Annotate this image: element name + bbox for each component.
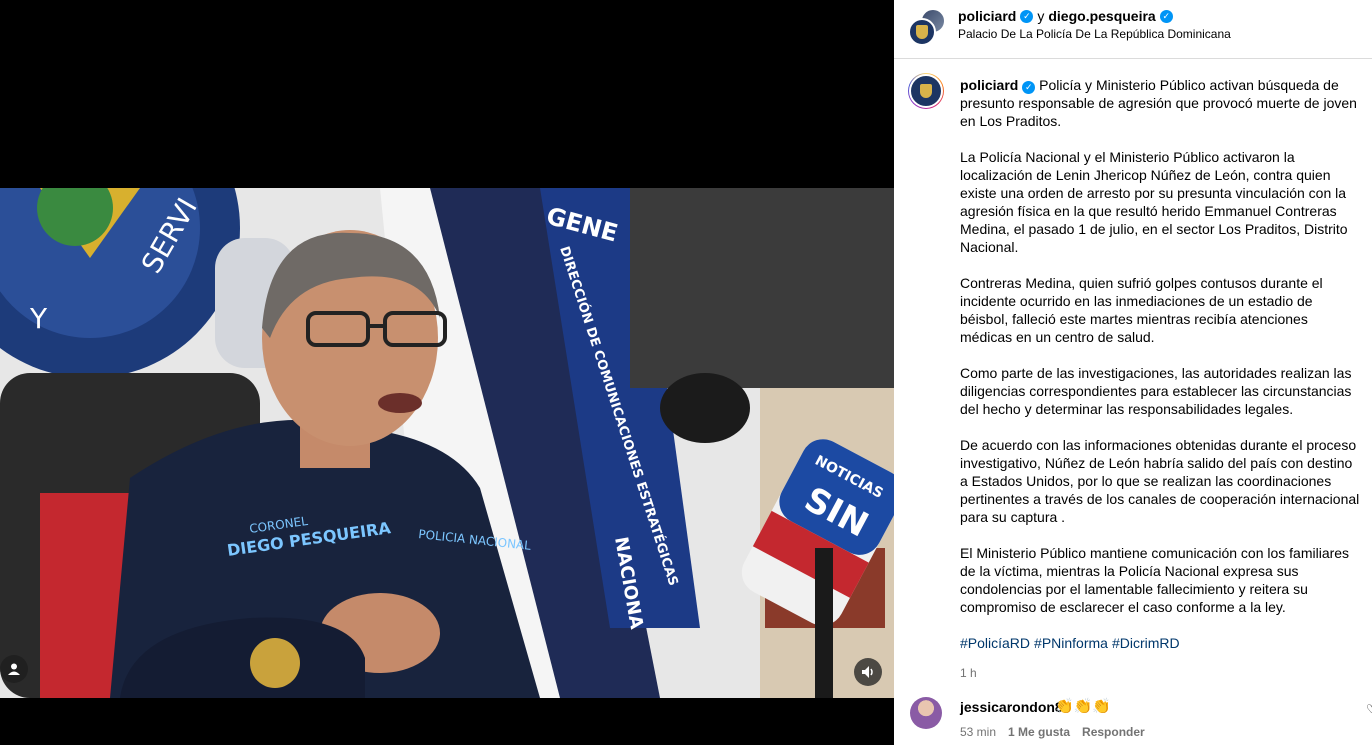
comment-meta: 53 min 1 Me gusta Responder [960,725,1145,739]
police-shield-icon [916,25,928,39]
username-link[interactable]: diego.pesqueira [1048,7,1155,25]
username-link[interactable]: policiard [958,7,1016,25]
caption-author-link[interactable]: policiard [960,77,1018,93]
verified-badge-icon: ✓ [1159,9,1173,23]
caption-paragraph: Policía y Ministerio Público activan bús… [960,77,1357,129]
comment-like-heart-icon[interactable]: ♡ [1366,702,1372,716]
wall-y-text: Y [29,302,48,335]
caption-area: policiard ✓ Policía y Ministerio Público… [894,59,1372,682]
verified-badge-icon: ✓ [1022,81,1036,94]
video-frame: Y SERVI GENE DIRECCIÓN DE COMUNICACIONES… [0,188,894,698]
verified-badge-icon: ✓ [1020,9,1034,23]
caption-paragraph: Como parte de las investigaciones, las a… [960,365,1352,417]
video-player[interactable]: Y SERVI GENE DIRECCIÓN DE COMUNICACIONES… [0,188,894,698]
post-header: policiard ✓ y diego.pesqueira ✓ Palacio … [894,0,1372,59]
hashtag-link[interactable]: #PolicíaRD [960,635,1030,651]
caption-text: policiard ✓ Policía y Ministerio Público… [960,76,1360,682]
user-icon [8,663,20,675]
header-usernames: policiard ✓ y diego.pesqueira ✓ [958,7,1173,25]
post-panel: policiard ✓ y diego.pesqueira ✓ Palacio … [894,0,1372,745]
location-link[interactable]: Palacio De La Policía De La República Do… [958,27,1231,41]
media-area: Y SERVI GENE DIRECCIÓN DE COMUNICACIONES… [0,0,894,745]
speaker-icon [862,666,873,678]
caption-paragraph: El Ministerio Público mantiene comunicac… [960,545,1350,615]
avatar[interactable] [908,73,944,109]
hashtag-link[interactable]: #PNinforma [1034,635,1108,651]
post-timestamp[interactable]: 1 h [960,664,1360,682]
avatar[interactable] [910,697,942,729]
conjunction-text: y [1037,8,1045,24]
collab-avatars[interactable] [908,8,946,46]
police-shield-icon [920,84,932,98]
comment-text: 👏👏👏 [1055,698,1112,715]
caption-paragraph: La Policía Nacional y el Ministerio Públ… [960,149,1348,255]
hashtag-link[interactable]: #DicrimRD [1112,635,1180,651]
comment-username-link[interactable]: jessicarondon8 [960,699,1063,715]
comment-likes[interactable]: 1 Me gusta [1008,725,1070,739]
reply-button[interactable]: Responder [1082,725,1145,739]
comment-item: jessicarondon8 👏👏👏 53 min 1 Me gusta Res… [910,697,1372,745]
caption-paragraph: Contreras Medina, quien sufrió golpes co… [960,275,1323,345]
tagged-users-button[interactable] [0,655,28,683]
avatar[interactable] [908,18,936,46]
comment-time[interactable]: 53 min [960,725,996,739]
hashtag-list: #PolicíaRD #PNinforma #DicrimRD [960,634,1360,652]
caption-paragraph: De acuerdo con las informaciones obtenid… [960,437,1360,525]
mute-button[interactable] [854,658,882,686]
